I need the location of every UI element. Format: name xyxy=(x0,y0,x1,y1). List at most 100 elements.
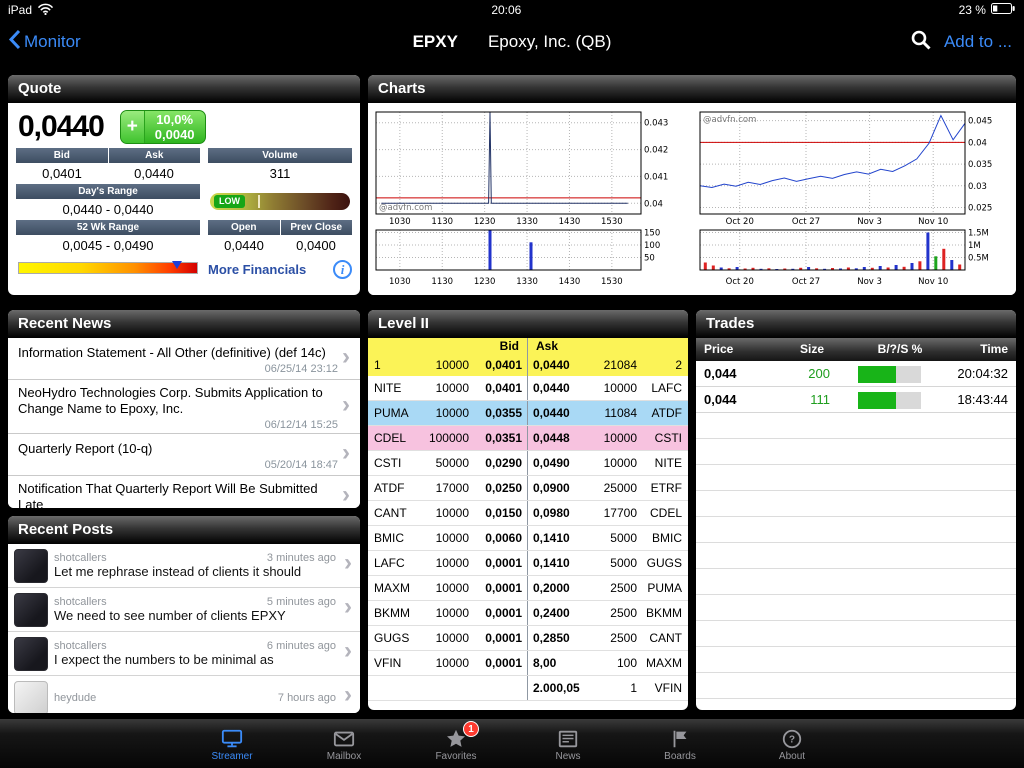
tab-label: Boards xyxy=(664,751,696,762)
tab-favorites[interactable]: 1Favorites xyxy=(418,719,494,768)
level2-row[interactable]: CDEL1000000,03510,044810000CSTI xyxy=(368,426,688,451)
star-icon: 1 xyxy=(444,726,468,750)
tab-streamer[interactable]: Streamer xyxy=(194,719,270,768)
svg-text:0.025: 0.025 xyxy=(968,203,992,213)
level2-bid-mm: ATDF xyxy=(368,476,414,500)
days-range-value: 0,0440 - 0,0440 xyxy=(16,201,200,218)
level2-bid-mm: BMIC xyxy=(368,526,414,550)
level2-bid-mm: BKMM xyxy=(368,601,414,625)
buy-portion xyxy=(858,366,896,383)
level2-bid-price xyxy=(474,676,528,700)
last-price: 0,0440 xyxy=(18,110,104,144)
level2-row[interactable]: CANT100000,01500,098017700CDEL xyxy=(368,501,688,526)
level2-bid-mm: CDEL xyxy=(368,426,414,450)
avatar xyxy=(14,593,48,627)
news-item[interactable]: Quarterly Report (10-q)05/20/14 18:47› xyxy=(8,434,360,476)
nav-bar: Monitor EPXY Epoxy, Inc. (QB) Add to ... xyxy=(0,20,1024,64)
best-ask-price: 0,0440 xyxy=(528,355,586,376)
level2-row[interactable]: GUGS100000,00010,28502500CANT xyxy=(368,626,688,651)
svg-text:Nov 10: Nov 10 xyxy=(918,217,948,227)
news-item[interactable]: NeoHydro Technologies Corp. Submits Appl… xyxy=(8,380,360,434)
level2-bid-mm xyxy=(368,676,414,700)
post-item[interactable]: shotcallers6 minutes agoI expect the num… xyxy=(8,632,360,676)
svg-text:1330: 1330 xyxy=(516,277,538,287)
news-date: 06/25/14 23:12 xyxy=(18,361,340,375)
trade-row[interactable]: 0,04420020:04:32 xyxy=(696,361,1016,387)
trades-panel: Trades Price Size B/?/S % Time 0,0442002… xyxy=(696,310,1016,710)
level2-ask-price: 0,0900 xyxy=(528,476,586,500)
news-item[interactable]: Information Statement - All Other (defin… xyxy=(8,338,360,380)
level2-row[interactable]: ATDF170000,02500,090025000ETRF xyxy=(368,476,688,501)
more-financials-link[interactable]: More Financials xyxy=(208,262,306,277)
level2-row[interactable]: NITE100000,04010,044010000LAFC xyxy=(368,376,688,401)
tab-bar: Streamer Mailbox 1Favorites News Boards ?Abou… xyxy=(0,718,1024,768)
trade-size: 111 xyxy=(766,387,858,413)
level2-row[interactable]: CSTI500000,02900,049010000NITE xyxy=(368,451,688,476)
svg-text:1430: 1430 xyxy=(559,277,581,287)
post-text: Let me rephrase instead of clients it sh… xyxy=(54,564,336,579)
panel-title: Charts xyxy=(378,80,426,97)
level2-ask-price: 0,0980 xyxy=(528,501,586,525)
svg-text:1430: 1430 xyxy=(559,217,581,227)
svg-text:0.042: 0.042 xyxy=(644,146,668,156)
post-item[interactable]: heydude7 hours ago› xyxy=(8,676,360,713)
level2-ask-size: 5000 xyxy=(586,551,642,575)
post-item[interactable]: shotcallers3 minutes agoLet me rephrase … xyxy=(8,544,360,588)
app-root: iPad 20:06 23 % Monitor EPXY Epoxy, Inc.… xyxy=(0,0,1024,768)
intraday-chart[interactable]: 1030103011301130123012301330133014301430… xyxy=(368,103,692,295)
tab-mailbox[interactable]: Mailbox xyxy=(306,719,382,768)
panel-title: Level II xyxy=(378,315,429,332)
level2-row[interactable]: BMIC100000,00600,14105000BMIC xyxy=(368,526,688,551)
ticker-symbol: EPXY xyxy=(413,32,458,52)
level2-ask-size: 2500 xyxy=(586,626,642,650)
info-icon[interactable]: i xyxy=(333,260,352,279)
svg-text:0.041: 0.041 xyxy=(644,172,668,182)
level2-bid-size: 10000 xyxy=(414,551,474,575)
level2-bid-size: 17000 xyxy=(414,476,474,500)
news-item[interactable]: Notification That Quarterly Report Will … xyxy=(8,476,360,508)
news-icon xyxy=(556,726,580,750)
svg-text:0.5M: 0.5M xyxy=(968,254,989,264)
post-time: 6 minutes ago xyxy=(267,640,336,652)
open-value: 0,0440 xyxy=(208,237,280,254)
news-title: Notification That Quarterly Report Will … xyxy=(18,481,340,508)
news-panel: Recent News Information Statement - All … xyxy=(8,310,360,508)
level2-ask-mm: GUGS xyxy=(642,551,688,575)
daily-chart[interactable]: Oct 20Oct 20Oct 27Oct 27Nov 3Nov 3Nov 10… xyxy=(692,103,1016,295)
tab-boards[interactable]: Boards xyxy=(642,719,718,768)
level2-row[interactable]: BKMM100000,00010,24002500BKMM xyxy=(368,601,688,626)
tab-about[interactable]: ?About xyxy=(754,719,830,768)
chevron-right-icon: › xyxy=(340,396,356,420)
clock: 20:06 xyxy=(491,3,521,17)
ask-column-label: Ask xyxy=(528,338,586,355)
panel-title: Recent News xyxy=(18,315,111,332)
level2-ask-size: 100 xyxy=(586,651,642,675)
level2-bid-price: 0,0150 xyxy=(474,501,528,525)
level2-row[interactable]: 2.000,051VFIN xyxy=(368,676,688,701)
level2-bid-size: 100000 xyxy=(414,426,474,450)
trade-row[interactable]: 0,04411118:43:44 xyxy=(696,387,1016,413)
news-title: Quarterly Report (10-q) xyxy=(18,441,340,457)
add-to-button[interactable]: Add to ... xyxy=(944,32,1012,52)
level2-ask-mm: ATDF xyxy=(642,401,688,425)
search-icon[interactable] xyxy=(910,29,932,56)
price-position-marker xyxy=(172,261,182,269)
level2-row[interactable]: VFIN100000,00018,00100MAXM xyxy=(368,651,688,676)
post-item[interactable]: shotcallers5 minutes agoWe need to see n… xyxy=(8,588,360,632)
unknown-portion xyxy=(896,392,921,409)
tab-label: Streamer xyxy=(211,751,252,762)
quote-price-row: 0,0440 + 10,0%0,0040 xyxy=(8,103,360,148)
level2-best-quote: Bid Ask 1 10000 0,0401 0,0440 21084 2 xyxy=(368,338,688,376)
level2-row[interactable]: MAXM100000,00010,20002500PUMA xyxy=(368,576,688,601)
level2-row[interactable]: PUMA100000,03550,044011084ATDF xyxy=(368,401,688,426)
trade-row-empty xyxy=(696,491,1016,517)
battery-percent: 23 % xyxy=(959,3,986,17)
tab-news[interactable]: News xyxy=(530,719,606,768)
trade-row-empty xyxy=(696,465,1016,491)
trade-time: 18:43:44 xyxy=(942,387,1016,413)
level2-ask-mm: MAXM xyxy=(642,651,688,675)
level2-ask-price: 0,2400 xyxy=(528,601,586,625)
change-percent: 10,0% xyxy=(156,112,193,127)
level2-row[interactable]: LAFC100000,00010,14105000GUGS xyxy=(368,551,688,576)
level2-ask-size: 2500 xyxy=(586,576,642,600)
